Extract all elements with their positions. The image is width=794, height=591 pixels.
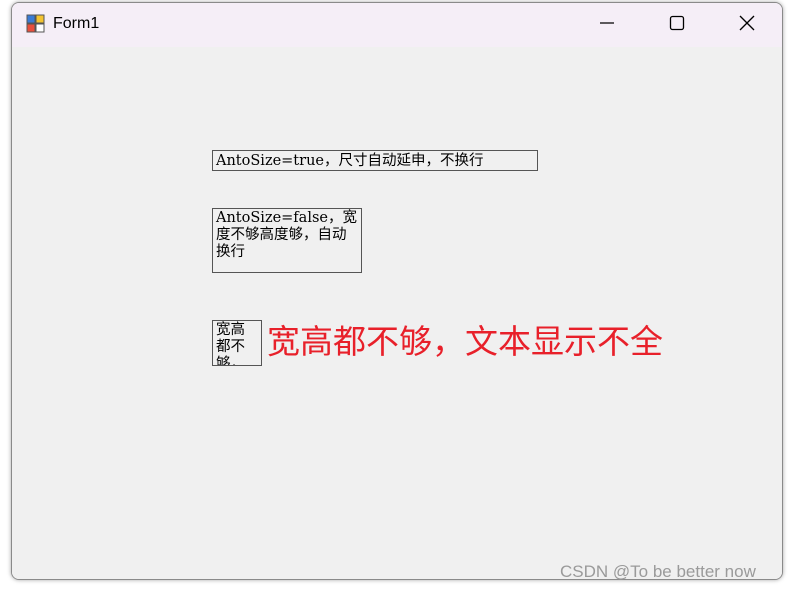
minimize-button[interactable] — [572, 3, 642, 47]
minimize-icon — [599, 15, 615, 35]
form-client-area: AntoSize=true，尺寸自动延申，不换行 AntoSize=false，… — [12, 47, 782, 579]
label-autosize-true: AntoSize=true，尺寸自动延申，不换行 — [212, 150, 538, 171]
label-autosize-false: AntoSize=false，宽度不够高度够，自动换行 — [212, 208, 362, 273]
annotation-text: 宽高都不够，文本显示不全 — [267, 322, 663, 361]
form1-window: Form1 AntoSize=true，尺寸自动延申，不换行 AntoSize=… — [11, 2, 783, 580]
label-too-small: 宽高都不够，文本显示不全 — [212, 320, 262, 366]
close-button[interactable] — [712, 3, 782, 47]
title-bar[interactable]: Form1 — [12, 3, 782, 47]
maximize-button[interactable] — [642, 3, 712, 47]
watermark-text: CSDN @To be better now — [560, 562, 756, 581]
window-title: Form1 — [53, 15, 100, 32]
form-app-icon[interactable] — [26, 14, 46, 34]
close-icon — [739, 15, 755, 35]
maximize-icon — [669, 15, 685, 35]
